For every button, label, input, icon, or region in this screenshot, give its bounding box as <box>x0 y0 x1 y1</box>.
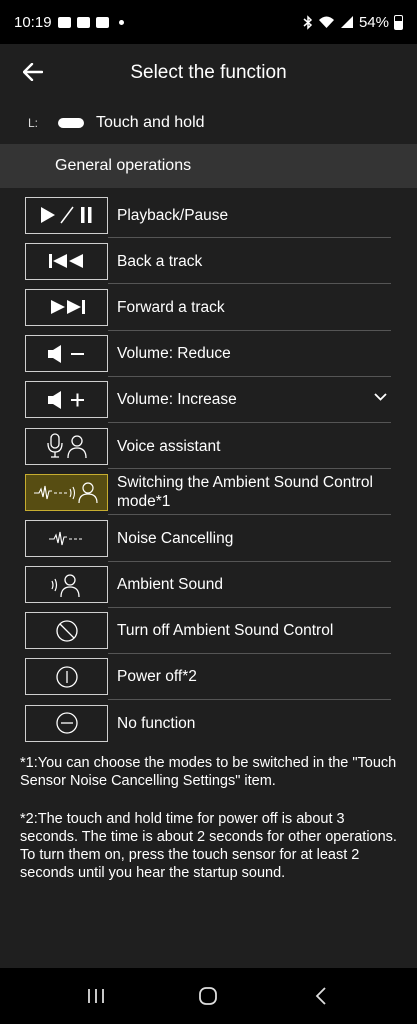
function-row-ambient-switch[interactable]: Switching the Ambient Sound Control mode… <box>0 469 417 516</box>
voice-assistant-icon <box>25 427 108 465</box>
home-button[interactable] <box>188 976 228 1016</box>
previous-track-icon <box>25 242 108 280</box>
function-label: Forward a track <box>117 298 225 316</box>
function-label: No function <box>117 714 196 732</box>
function-row-forward-track[interactable]: Forward a track <box>0 284 417 331</box>
side-label: L: <box>28 116 39 130</box>
footnote-2: *2:The touch and hold time for power off… <box>20 810 397 882</box>
ambient-sound-icon <box>25 566 108 604</box>
function-label: Noise Cancelling <box>117 529 234 547</box>
footnote-2-line-2: To turn them on, press the touch sensor … <box>20 847 360 881</box>
function-list: Playback/Pause Back a track Forward a tr… <box>0 188 417 746</box>
function-row-ambient-sound[interactable]: Ambient Sound <box>0 562 417 608</box>
mail-notification-icon <box>95 16 109 28</box>
back-button[interactable] <box>18 57 48 87</box>
wifi-icon <box>318 16 334 28</box>
function-label: Volume: Increase <box>117 391 237 409</box>
function-label: Voice assistant <box>117 437 221 455</box>
chevron-down-icon <box>374 393 387 401</box>
function-label: Playback/Pause <box>117 206 229 224</box>
touch-gesture-icon <box>58 118 84 128</box>
youtube-notification-icon <box>76 16 90 28</box>
function-label: Turn off Ambient Sound Control <box>117 622 334 640</box>
function-label: Switching the Ambient Sound Control mode… <box>117 474 373 511</box>
section-header: General operations <box>0 144 417 188</box>
no-function-icon <box>25 704 108 742</box>
function-row-noise-cancelling[interactable]: Noise Cancelling <box>0 515 417 562</box>
status-left: 10:19 <box>14 14 124 31</box>
app-bar: Select the function <box>0 44 417 102</box>
bluetooth-icon <box>303 14 313 30</box>
next-track-icon <box>25 288 108 326</box>
home-icon <box>199 987 218 1005</box>
battery-icon <box>394 14 403 30</box>
function-row-volume-increase[interactable]: Volume: Increase <box>0 377 417 423</box>
recents-button[interactable] <box>76 976 116 1016</box>
function-label: Back a track <box>117 252 203 270</box>
function-row-ambient-off[interactable]: Turn off Ambient Sound Control <box>0 608 417 654</box>
function-row-playback-pause[interactable]: Playback/Pause <box>0 192 417 239</box>
status-right: 54% <box>303 14 403 31</box>
signal-icon <box>340 16 353 28</box>
more-notifications-icon <box>118 19 124 25</box>
function-row-power-off[interactable]: Power off*2 <box>0 654 417 701</box>
function-row-no-function[interactable]: No function <box>0 700 417 746</box>
section-title: General operations <box>55 157 192 174</box>
power-off-icon <box>25 658 108 696</box>
volume-down-icon <box>25 335 108 373</box>
back-arrow-icon <box>23 63 43 81</box>
system-back-button[interactable] <box>301 976 341 1016</box>
gesture-label: Touch and hold <box>96 114 205 131</box>
function-label: Volume: Reduce <box>117 345 231 363</box>
footnote-2-line-1: *2:The touch and hold time for power off… <box>20 811 397 845</box>
status-time: 10:19 <box>14 13 52 31</box>
footnote-1: *1:You can choose the modes to be switch… <box>20 755 397 789</box>
function-row-voice-assistant[interactable]: Voice assistant <box>0 423 417 470</box>
ambient-off-icon <box>25 612 108 650</box>
assignment-row: L: Touch and hold <box>0 102 417 144</box>
recents-icon <box>88 989 105 1003</box>
system-nav-bar <box>0 968 417 1024</box>
page-title: Select the function <box>130 62 287 83</box>
function-label: Power off*2 <box>117 668 197 686</box>
play-pause-icon <box>25 196 108 234</box>
battery-percent: 54% <box>358 13 389 31</box>
system-back-icon <box>315 987 326 1005</box>
volume-up-icon <box>25 381 108 419</box>
function-row-volume-reduce[interactable]: Volume: Reduce <box>0 331 417 377</box>
function-label: Ambient Sound <box>117 576 223 594</box>
gallery-notification-icon <box>57 16 71 28</box>
status-bar: 10:19 54% <box>0 0 417 44</box>
function-row-back-track[interactable]: Back a track <box>0 238 417 285</box>
noise-cancelling-icon <box>25 519 108 557</box>
ambient-switch-icon <box>25 473 108 511</box>
